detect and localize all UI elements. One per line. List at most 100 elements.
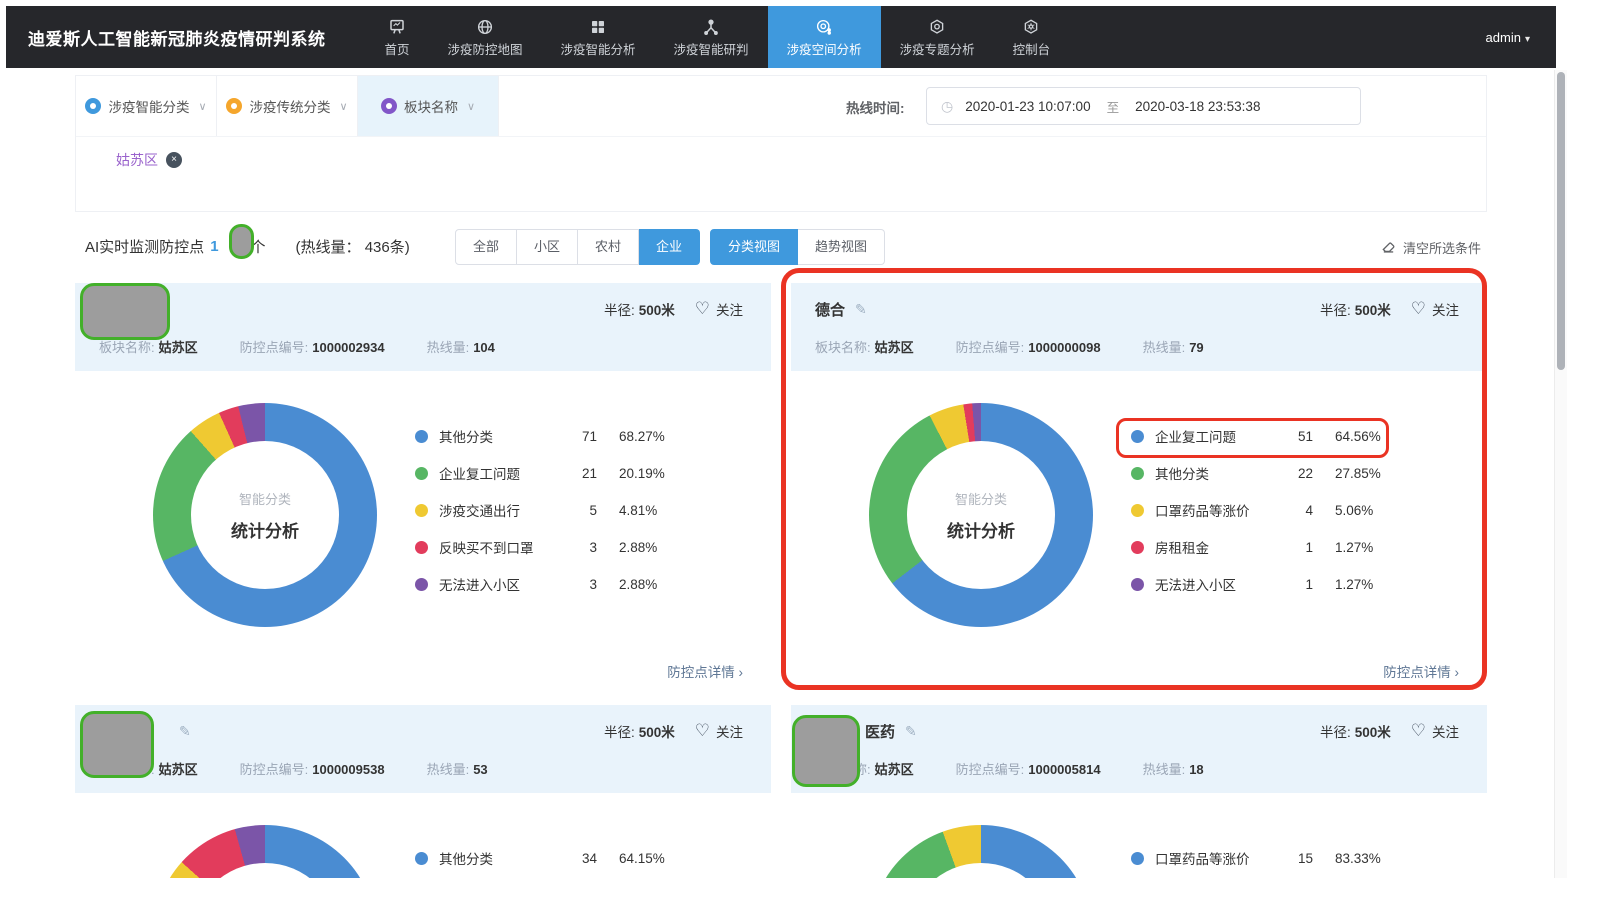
legend-dot-icon [415, 430, 428, 443]
toolbar: AI实时监测防控点 1 个 (热线量： 436条) 全部小区农村企业 分类视图趋… [75, 225, 1487, 269]
filter-tab[interactable]: 涉疫传统分类∨ [217, 76, 358, 136]
summary-prefix: AI实时监测防控点 [85, 236, 204, 257]
user-menu[interactable]: admin▾ [1486, 30, 1530, 45]
nav-item[interactable]: 首页 [366, 6, 429, 68]
filter-tab[interactable]: 板块名称∨ [358, 76, 499, 136]
donut-center: 智能分类 统计分析 [907, 441, 1055, 589]
legend-dot-icon [415, 852, 428, 865]
legend-dot-icon [415, 578, 428, 591]
donut-center-title: 统计分析 [231, 517, 299, 542]
follow-label[interactable]: 关注 [716, 721, 743, 741]
nav-item[interactable]: 涉疫防控地图 [429, 6, 542, 68]
legend-item[interactable]: 口罩药品等涨价1583.33% [1131, 848, 1381, 868]
badge-icon [928, 17, 946, 37]
follow-heart-icon[interactable]: ♡ [1411, 299, 1426, 319]
donut-center-subtitle: 智能分类 [955, 489, 1007, 508]
category-tab-3[interactable]: 企业 [639, 229, 700, 265]
radius-value: 500米 [1355, 299, 1391, 319]
time-start: 2020-01-23 10:07:00 [965, 99, 1090, 114]
filter-panel: 涉疫智能分类∨涉疫传统分类∨板块名称∨ 热线时间: ◷ 2020-01-23 1… [75, 75, 1487, 212]
legend-dot-icon [1131, 504, 1144, 517]
card-fields: 板块名称:姑苏区防控点编号:1000005814热线量:18 [815, 759, 1459, 778]
radius-value: 500米 [1355, 721, 1391, 741]
legend-item[interactable]: 其他分类7168.27% [415, 426, 665, 446]
card-field: 防控点编号:1000005814 [956, 759, 1101, 778]
chevron-down-icon: ∨ [339, 100, 347, 113]
tag-label: 姑苏区 [116, 150, 158, 170]
tag-close-icon[interactable]: × [166, 152, 182, 168]
detail-link[interactable]: 防控点详情 › [1383, 661, 1459, 681]
category-tab-2[interactable]: 农村 [578, 229, 639, 265]
clear-filters-button[interactable]: 清空所选条件 [1381, 238, 1481, 257]
follow-label[interactable]: 关注 [1432, 299, 1459, 319]
person-node-icon [702, 17, 720, 37]
follow-label[interactable]: 关注 [1432, 721, 1459, 741]
chevron-down-icon: ∨ [198, 100, 206, 113]
card-fields: 板块名称:姑苏区防控点编号:1000009538热线量:53 [99, 759, 743, 778]
card-fields: 板块名称:姑苏区防控点编号:1000002934热线量:104 [99, 337, 743, 356]
view-tab-0[interactable]: 分类视图 [710, 229, 798, 265]
legend-item[interactable]: 无法进入小区11.27% [1131, 574, 1381, 594]
nav-item[interactable]: 涉疫专题分析 [881, 6, 994, 68]
monitor-card: 德合 ✎ 半径: 500米 ♡ 关注 板块名称:姑苏区防控点编号:1000000… [791, 283, 1487, 693]
legend-item[interactable]: 涉疫交通出行54.81% [415, 500, 665, 520]
follow-heart-icon[interactable]: ♡ [695, 299, 710, 319]
category-tab-1[interactable]: 小区 [517, 229, 578, 265]
scrollbar-track[interactable] [1554, 70, 1567, 878]
legend-item[interactable]: 房租租金11.27% [1131, 537, 1381, 557]
legend-dot-icon [415, 504, 428, 517]
gear-icon [1022, 17, 1040, 37]
radius-value: 500米 [639, 721, 675, 741]
radius-value: 500米 [639, 299, 675, 319]
nav-item-label: 涉疫智能分析 [561, 39, 636, 58]
radius-label: 半径: [604, 721, 635, 741]
filter-tab[interactable]: 涉疫智能分类 ∨ [76, 76, 217, 136]
legend-item[interactable]: 企业复工问题2120.19% [415, 463, 665, 483]
legend-item[interactable]: 其他分类2227.85% [1131, 463, 1381, 483]
follow-label[interactable]: 关注 [716, 299, 743, 319]
nav-item[interactable]: 控制台 [994, 6, 1070, 68]
card-fields: 板块名称:姑苏区防控点编号:1000000098热线量:79 [815, 337, 1459, 356]
monitor-icon [388, 17, 406, 37]
card-field: 防控点编号:1000009538 [240, 759, 385, 778]
follow-heart-icon[interactable]: ♡ [1411, 721, 1426, 741]
follow-heart-icon[interactable]: ♡ [695, 721, 710, 741]
scrollbar-thumb[interactable] [1557, 72, 1565, 370]
chart-legend: 企业复工问题5164.56% 其他分类2227.85% 口罩药品等涨价45.06% 房… [1131, 426, 1381, 611]
redaction-blob-card3-title [80, 711, 154, 778]
donut-center-title: 统计分析 [947, 517, 1015, 542]
nav-item[interactable]: 涉疫空间分析 [768, 6, 881, 68]
edit-icon[interactable]: ✎ [855, 301, 867, 318]
view-tab-1[interactable]: 趋势视图 [798, 229, 885, 265]
filter-tab-label: 板块名称 [404, 96, 458, 116]
legend-item[interactable]: 企业复工问题5164.56% [1131, 426, 1381, 446]
nav-item-label: 涉疫防控地图 [448, 39, 523, 58]
edit-icon[interactable]: ✎ [905, 723, 917, 740]
legend-item[interactable]: 其他分类3464.15% [415, 848, 665, 868]
legend-item[interactable]: 反映买不到口罩32.88% [415, 537, 665, 557]
app-title: 迪爱斯人工智能新冠肺炎疫情研判系统 [28, 25, 326, 50]
card-title: 医药 [865, 721, 895, 742]
monitor-card: 半径: 500米 ♡ 关注 板块名称:姑苏区防控点编号:1000002934热线… [75, 283, 771, 693]
edit-icon[interactable]: ✎ [179, 723, 191, 740]
card-field: 热线量:104 [427, 337, 495, 356]
nav-item[interactable]: 涉疫智能分析 [542, 6, 655, 68]
chart-legend: 其他分类7168.27% 企业复工问题2120.19% 涉疫交通出行54.81% 反映… [415, 426, 665, 611]
detail-link[interactable]: 防控点详情 › [667, 661, 743, 681]
top-nav: 迪爱斯人工智能新冠肺炎疫情研判系统 首页涉疫防控地图涉疫智能分析涉疫智能研判涉疫… [6, 6, 1556, 68]
legend-item[interactable]: 无法进入小区32.88% [415, 574, 665, 594]
category-tabs: 全部小区农村企业 [455, 229, 700, 265]
nav-item[interactable]: 涉疫智能研判 [655, 6, 768, 68]
category-tab-0[interactable]: 全部 [455, 229, 517, 265]
filter-tab-label: 涉疫智能分类 [108, 96, 189, 116]
card-field: 板块名称:姑苏区 [815, 337, 914, 356]
page: 迪爱斯人工智能新冠肺炎疫情研判系统 首页涉疫防控地图涉疫智能分析涉疫智能研判涉疫… [0, 0, 1600, 916]
hotline-time-range-input[interactable]: ◷ 2020-01-23 10:07:00 至 2020-03-18 23:53… [926, 87, 1361, 125]
nav-item-label: 涉疫专题分析 [900, 39, 975, 58]
legend-item[interactable]: 口罩药品等涨价45.06% [1131, 500, 1381, 520]
grid-icon [589, 17, 607, 37]
redaction-blob-count [229, 224, 254, 259]
view-tabs: 分类视图趋势视图 [710, 229, 885, 265]
donut-center: 智能分类 统计分析 [191, 441, 339, 589]
time-end: 2020-03-18 23:53:38 [1135, 99, 1260, 114]
